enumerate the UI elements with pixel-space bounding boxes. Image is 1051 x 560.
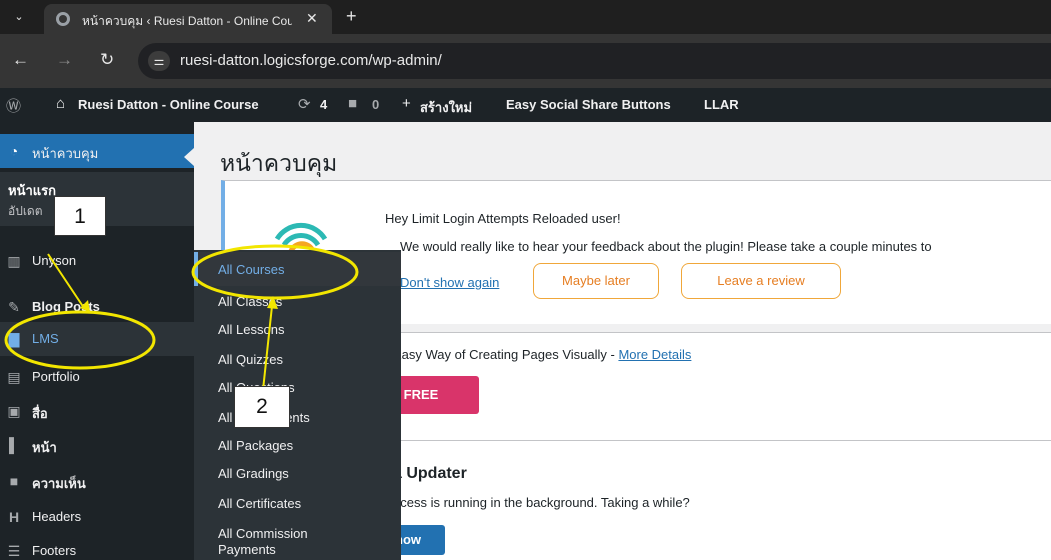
updates-icon[interactable]: ⟳ bbox=[298, 95, 311, 113]
updates-count[interactable]: 4 bbox=[320, 97, 327, 112]
reload-icon[interactable]: ↻ bbox=[100, 50, 114, 70]
admin-sidebar: ◔ หน้าควบคุม หน้าแรก อัปเดต ▥ Unyson ✎ B… bbox=[0, 122, 194, 560]
dont-show-again-link[interactable]: Don't show again bbox=[400, 275, 499, 290]
lms-flyout-submenu: All Courses All Classes All Lessons All … bbox=[194, 250, 401, 560]
sidebar-item-label: Portfolio bbox=[32, 369, 80, 384]
tab-title: หน้าควบคุม ‹ Ruesi Datton - Online Cours… bbox=[82, 14, 292, 28]
flyout-item-all-courses[interactable]: All Courses bbox=[218, 262, 284, 277]
sidebar-item-label: หน้าควบคุม bbox=[32, 146, 99, 161]
sidebar-item-blog-posts[interactable]: ✎ Blog Posts bbox=[0, 290, 194, 324]
media-icon: ▣ bbox=[7, 403, 21, 419]
sidebar-item-pages[interactable]: ▌ หน้า bbox=[0, 428, 194, 462]
browser-tab-bar: ⌄ หน้าควบคุม ‹ Ruesi Datton - Online Cou… bbox=[0, 0, 1051, 34]
sidebar-item-unyson[interactable]: ▥ Unyson bbox=[0, 244, 194, 278]
get-free-button[interactable]: r FREE bbox=[389, 376, 479, 414]
flyout-item-all-quizzes[interactable]: All Quizzes bbox=[218, 352, 283, 367]
sidebar-item-label: สื่อ bbox=[32, 406, 48, 421]
sidebar-item-label: ความเห็น bbox=[32, 476, 86, 491]
wp-admin-bar: Ⓦ ⌂ Ruesi Datton - Online Course ⟳ 4 ■ 0… bbox=[0, 88, 1051, 122]
url-text: ruesi-datton.logicsforge.com/wp-admin/ bbox=[180, 52, 442, 69]
forward-icon[interactable]: → bbox=[56, 50, 73, 70]
new-content-link[interactable]: สร้างใหม่ bbox=[420, 97, 472, 118]
headers-icon: H bbox=[8, 509, 20, 525]
flyout-item-all-lessons[interactable]: All Lessons bbox=[218, 322, 284, 337]
home-icon[interactable]: ⌂ bbox=[56, 95, 65, 112]
globe-icon bbox=[56, 12, 70, 26]
pin-icon: ✎ bbox=[8, 299, 20, 315]
leave-review-button[interactable]: Leave a review bbox=[681, 263, 841, 299]
comments-count[interactable]: 0 bbox=[372, 97, 379, 112]
plugin-link-llar[interactable]: LLAR bbox=[704, 97, 739, 112]
flyout-item-all-classes[interactable]: All Classes bbox=[218, 294, 282, 309]
comment-icon: ■ bbox=[9, 473, 19, 489]
address-bar[interactable]: ⚌ ruesi-datton.logicsforge.com/wp-admin/ bbox=[138, 43, 1051, 79]
footers-icon: ☰ bbox=[7, 543, 21, 559]
chevron-down-icon[interactable]: ⌄ bbox=[8, 7, 30, 27]
submenu-updates[interactable]: อัปเดต bbox=[8, 202, 43, 221]
submenu-home[interactable]: หน้าแรก bbox=[8, 180, 56, 201]
updater-text: ocess is running in the background. Taki… bbox=[393, 495, 690, 510]
comment-icon[interactable]: ■ bbox=[348, 95, 357, 112]
back-icon[interactable]: ← bbox=[12, 50, 29, 70]
flyout-item-all-packages[interactable]: All Packages bbox=[218, 438, 293, 453]
notice-heading: Hey Limit Login Attempts Reloaded user! bbox=[385, 211, 621, 226]
dashboard-icon: ◔ bbox=[9, 143, 19, 159]
browser-nav-bar: ← → ↻ ⚌ ruesi-datton.logicsforge.com/wp-… bbox=[0, 34, 1051, 88]
sidebar-item-lms[interactable]: ▇ LMS bbox=[0, 322, 194, 356]
browser-tab[interactable]: หน้าควบคุม ‹ Ruesi Datton - Online Cours… bbox=[44, 4, 332, 34]
flyout-item-all-commission[interactable]: All Commission bbox=[218, 526, 308, 541]
sidebar-item-label: Unyson bbox=[32, 253, 77, 268]
close-icon[interactable]: ✕ bbox=[306, 10, 318, 27]
unyson-icon: ▥ bbox=[7, 253, 21, 269]
notice-text: We would really like to hear your feedba… bbox=[400, 239, 932, 254]
page-icon: ▌ bbox=[9, 437, 19, 453]
sidebar-item-label: Blog Posts bbox=[32, 299, 100, 314]
sidebar-item-label: Headers bbox=[32, 509, 82, 524]
sidebar-item-media[interactable]: ▣ สื่อ bbox=[0, 394, 194, 428]
sidebar-item-label: Footers bbox=[32, 543, 77, 558]
sidebar-item-label: LMS bbox=[32, 331, 59, 346]
page-builder-text: Easy Way of Creating Pages Visually - Mo… bbox=[393, 347, 692, 362]
callout-step-2: 2 bbox=[234, 386, 290, 428]
page-builder-notice: Easy Way of Creating Pages Visually - Mo… bbox=[389, 332, 1051, 442]
updater-heading: a Updater bbox=[393, 465, 467, 482]
sidebar-item-label: หน้า bbox=[32, 440, 57, 455]
sidebar-item-portfolio[interactable]: ▤ Portfolio bbox=[0, 360, 194, 394]
sidebar-item-footers[interactable]: ☰ Footers bbox=[0, 534, 194, 560]
more-details-link[interactable]: More Details bbox=[618, 347, 691, 362]
flyout-item-all-certificates[interactable]: All Certificates bbox=[218, 496, 301, 511]
page-title: หน้าควบคุม bbox=[220, 150, 338, 176]
flyout-item-payments[interactable]: Payments bbox=[218, 542, 276, 557]
plus-icon[interactable]: + bbox=[402, 95, 411, 112]
sidebar-item-dashboard[interactable]: ◔ หน้าควบคุม bbox=[0, 134, 194, 168]
lms-icon: ▇ bbox=[8, 331, 20, 347]
plugin-link-social[interactable]: Easy Social Share Buttons bbox=[506, 97, 671, 112]
wordpress-logo-icon[interactable]: Ⓦ bbox=[6, 95, 21, 116]
flyout-item-all-gradings[interactable]: All Gradings bbox=[218, 466, 289, 481]
site-info-icon[interactable]: ⚌ bbox=[148, 51, 170, 71]
plus-icon[interactable]: + bbox=[346, 6, 357, 27]
data-updater-notice: a Updater ocess is running in the backgr… bbox=[389, 440, 1051, 560]
screenshot-root: ⌄ หน้าควบคุม ‹ Ruesi Datton - Online Cou… bbox=[0, 0, 1051, 560]
portfolio-icon: ▤ bbox=[7, 369, 21, 385]
sidebar-item-headers[interactable]: H Headers bbox=[0, 500, 194, 534]
current-menu-arrow bbox=[184, 148, 194, 166]
maybe-later-button[interactable]: Maybe later bbox=[533, 263, 659, 299]
site-name-link[interactable]: Ruesi Datton - Online Course bbox=[78, 97, 259, 112]
sidebar-item-comments[interactable]: ■ ความเห็น bbox=[0, 464, 194, 498]
callout-step-1: 1 bbox=[54, 196, 106, 236]
